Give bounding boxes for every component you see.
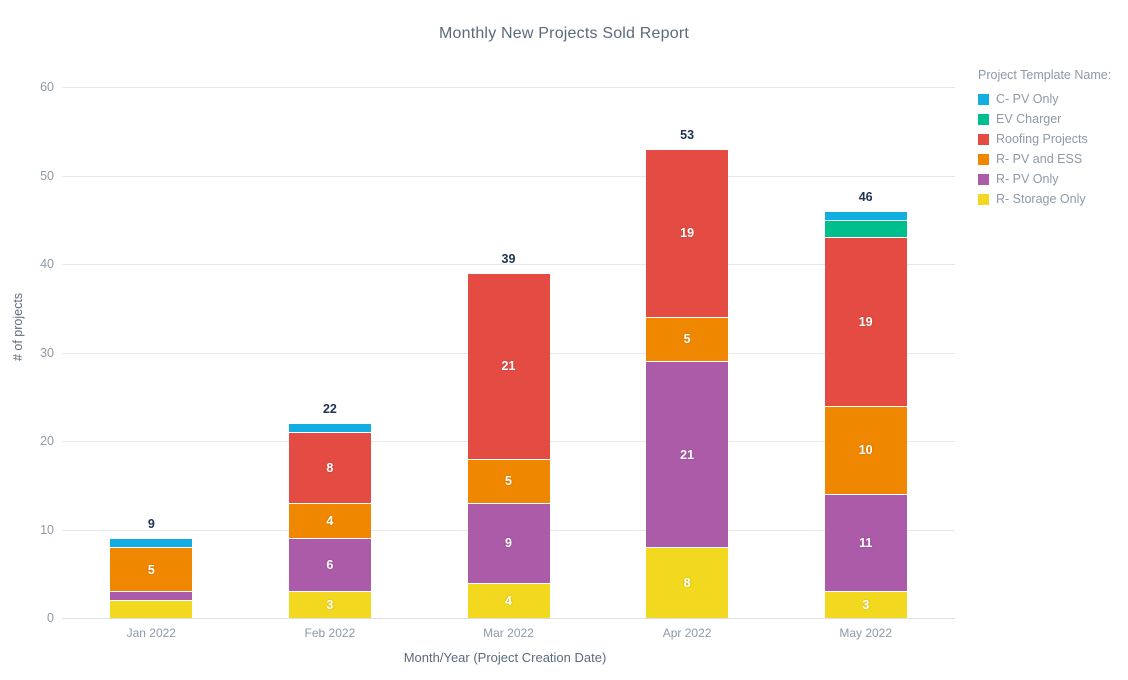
x-axis-title: Month/Year (Project Creation Date) bbox=[403, 650, 607, 665]
bar-segment[interactable] bbox=[824, 210, 907, 220]
legend-item-label: Roofing Projects bbox=[996, 132, 1088, 146]
bar-segment-value: 9 bbox=[505, 536, 512, 551]
legend-swatch-icon bbox=[978, 133, 989, 145]
bar-segment[interactable]: 9 bbox=[467, 502, 550, 583]
bar-segment[interactable]: 19 bbox=[646, 148, 729, 318]
bar-segment[interactable] bbox=[824, 219, 907, 238]
bar-segment[interactable]: 21 bbox=[467, 272, 550, 459]
bar-total-label: 39 bbox=[501, 251, 516, 266]
y-tick-label: 30 bbox=[40, 345, 54, 360]
bar-segment-value: 19 bbox=[680, 226, 695, 241]
legend-item-label: R- Storage Only bbox=[996, 192, 1086, 206]
chart-title: Monthly New Projects Sold Report bbox=[438, 25, 690, 42]
bar-segment-value: 21 bbox=[680, 447, 695, 462]
bar-segment[interactable]: 4 bbox=[288, 502, 371, 539]
bar-segment[interactable]: 6 bbox=[288, 538, 371, 592]
bar-segment-value: 8 bbox=[683, 575, 691, 590]
legend-title: Project Template Name: bbox=[978, 68, 1112, 82]
bar-segment[interactable]: 5 bbox=[646, 317, 729, 362]
bar-segment[interactable]: 11 bbox=[824, 494, 907, 592]
legend-item[interactable]: Roofing Projects bbox=[978, 129, 1128, 149]
y-tick-label: 50 bbox=[40, 168, 54, 183]
x-tick-label: Feb 2022 bbox=[304, 626, 356, 640]
plot-area: 5 9 3 6 4 8 22 4 9 5 21 39 8 21 5 19 53 3 11 10 19 46 bbox=[62, 87, 955, 619]
bar-segment[interactable] bbox=[288, 423, 371, 433]
legend-swatch-icon bbox=[978, 193, 989, 205]
y-tick-label: 20 bbox=[40, 434, 54, 448]
bar-segment[interactable]: 4 bbox=[467, 582, 550, 618]
bar-group[interactable]: 8 21 5 19 53 bbox=[646, 87, 729, 618]
x-tick-label: May 2022 bbox=[839, 626, 893, 640]
legend-item-list: C- PV Only EV Charger Roofing Projects R- P… bbox=[978, 89, 1128, 209]
bar-total-label: 9 bbox=[147, 517, 155, 532]
bar-segment-value: 3 bbox=[326, 597, 334, 612]
y-tick-label: 0 bbox=[47, 611, 54, 625]
bar-segment-value: 4 bbox=[326, 513, 334, 528]
bar-segment[interactable]: 19 bbox=[824, 237, 907, 406]
y-tick-label: 10 bbox=[40, 522, 54, 537]
legend-item-label: EV Charger bbox=[996, 112, 1062, 126]
gridline-0 bbox=[62, 618, 955, 619]
legend-item[interactable]: R- PV Only bbox=[978, 169, 1128, 189]
chart-container: Monthly New Projects Sold Report # of pr… bbox=[0, 0, 1128, 680]
legend-item-label: C- PV Only bbox=[996, 92, 1059, 106]
bar-segment[interactable]: 8 bbox=[646, 547, 729, 618]
y-tick-label: 40 bbox=[40, 257, 54, 271]
bar-total-label: 46 bbox=[858, 189, 873, 204]
bar-segment-value: 5 bbox=[683, 332, 691, 347]
bar-group[interactable]: 59 bbox=[110, 87, 193, 618]
bar-segment[interactable] bbox=[110, 591, 193, 601]
bar-segment-value: 6 bbox=[326, 558, 334, 573]
bar-segment-value: 5 bbox=[505, 474, 512, 489]
bar-segment-value: 5 bbox=[147, 562, 155, 577]
legend-swatch-icon bbox=[978, 153, 989, 165]
bar-segment-value: 8 bbox=[326, 460, 334, 475]
bar-segment-value: 11 bbox=[859, 536, 873, 551]
bar-segment[interactable]: 10 bbox=[824, 405, 907, 495]
x-tick-label: Jan 2022 bbox=[126, 626, 176, 640]
bar-total-label: 22 bbox=[322, 402, 337, 417]
bar-segment-value: 3 bbox=[862, 597, 870, 612]
legend: Project Template Name: C- PV Only EV Char… bbox=[978, 68, 1128, 209]
bar-total-label: 53 bbox=[680, 127, 695, 142]
bar-group[interactable]: 3 11 10 19 46 bbox=[824, 87, 907, 618]
bar-segment-value: 21 bbox=[501, 359, 516, 374]
bar-segment[interactable] bbox=[110, 538, 193, 548]
y-tick-label: 60 bbox=[40, 80, 54, 94]
bar-segment-value: 10 bbox=[858, 443, 873, 458]
legend-item-label: R- PV Only bbox=[996, 172, 1059, 186]
bar-segment[interactable]: 21 bbox=[646, 361, 729, 548]
bar-segment-value: 4 bbox=[505, 593, 512, 608]
legend-swatch-icon bbox=[978, 113, 989, 125]
x-tick-label: Apr 2022 bbox=[662, 626, 712, 640]
legend-swatch-icon bbox=[978, 173, 989, 185]
bar-segment[interactable]: 5 bbox=[467, 458, 550, 503]
legend-item[interactable]: C- PV Only bbox=[978, 89, 1128, 109]
legend-item[interactable]: R- Storage Only bbox=[978, 189, 1128, 209]
bar-segment[interactable]: 8 bbox=[288, 432, 371, 503]
legend-item-label: R- PV and ESS bbox=[996, 152, 1083, 166]
bar-segment[interactable]: 3 bbox=[288, 591, 371, 618]
legend-swatch-icon bbox=[978, 93, 989, 105]
bar-group[interactable]: 4 9 5 21 39 bbox=[467, 87, 550, 618]
bar-segment[interactable]: 5 bbox=[110, 547, 193, 592]
bar-segment-value: 19 bbox=[858, 314, 873, 329]
bar-segment[interactable] bbox=[110, 600, 193, 618]
legend-item[interactable]: EV Charger bbox=[978, 109, 1128, 129]
bar-segment[interactable]: 3 bbox=[824, 591, 907, 618]
y-axis-tick-labels: 0 10 20 30 40 50 60 bbox=[0, 80, 54, 625]
bar-group[interactable]: 3 6 4 8 22 bbox=[288, 87, 371, 618]
x-tick-label: Mar 2022 bbox=[483, 626, 534, 640]
legend-item[interactable]: R- PV and ESS bbox=[978, 149, 1128, 169]
